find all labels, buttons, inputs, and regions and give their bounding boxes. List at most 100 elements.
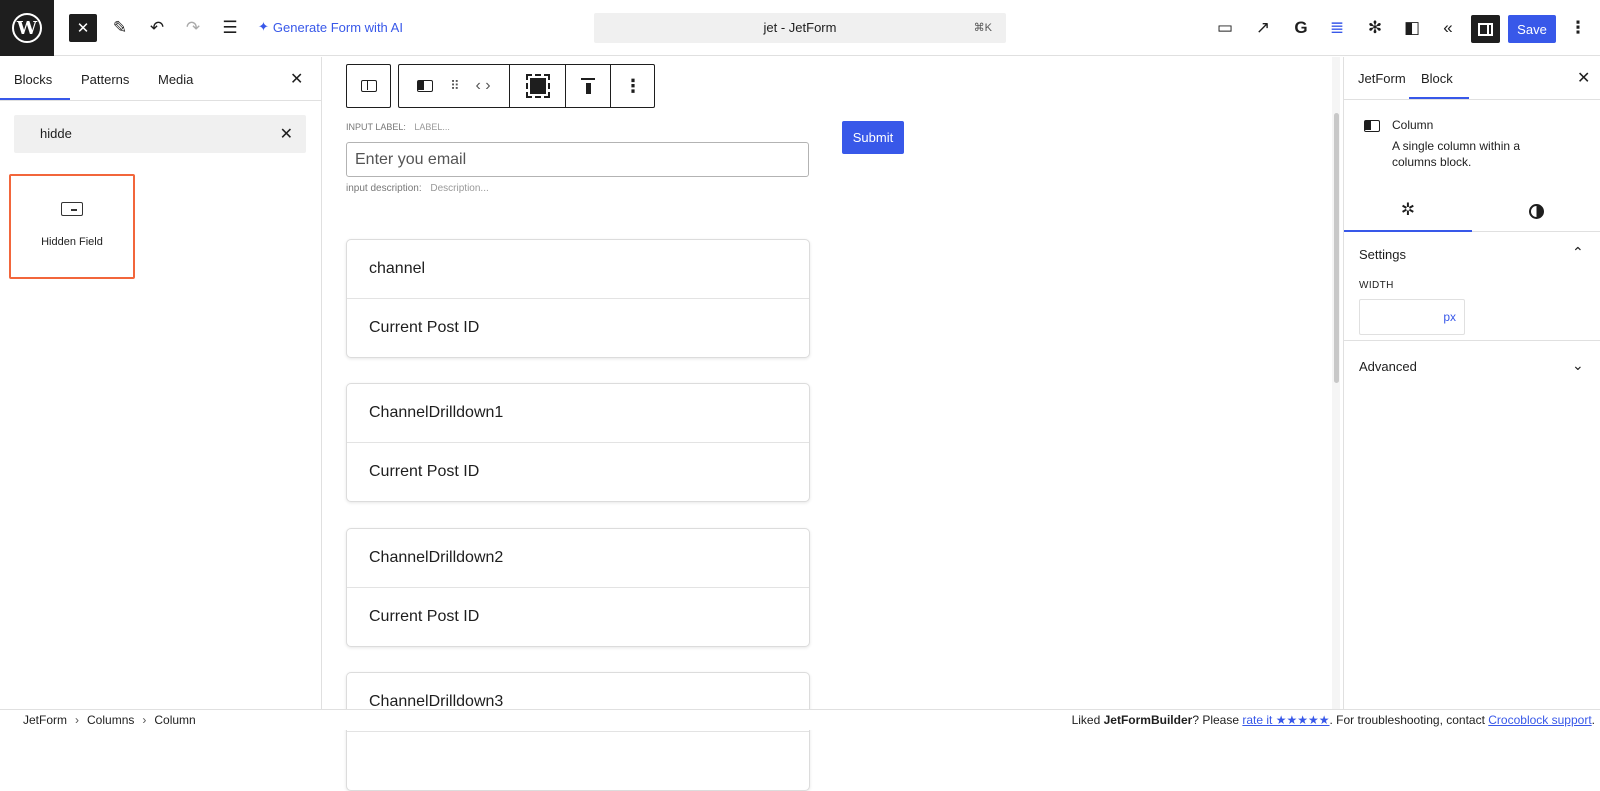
inspector-tabs: ✲ <box>1344 190 1600 232</box>
block-card-description: A single column within a columns block. <box>1392 139 1521 169</box>
tab-blocks[interactable]: Blocks <box>0 72 71 100</box>
column-icon[interactable] <box>417 80 434 92</box>
tab-styles[interactable] <box>1472 190 1600 232</box>
note-end: . <box>1591 713 1595 727</box>
command-palette-bar[interactable]: jet - JetForm ⌘K <box>594 13 1006 43</box>
close-icon: ✕ <box>76 20 90 37</box>
breadcrumb-jetform[interactable]: JetForm <box>23 713 67 727</box>
view-form-button[interactable]: ↗ <box>1249 14 1277 42</box>
collapse-plugins-button[interactable]: « <box>1434 14 1462 42</box>
document-title: jet - JetForm <box>763 20 837 35</box>
close-settings-icon[interactable]: ✕ <box>1577 68 1590 88</box>
field-value: Current Post ID <box>369 319 480 336</box>
preview-button[interactable]: ▭ <box>1211 14 1239 42</box>
tab-patterns[interactable]: Patterns <box>81 72 129 87</box>
field-value-row: Current Post ID <box>347 299 809 358</box>
canvas-scrollbar-thumb[interactable] <box>1334 113 1339 383</box>
settings-panel-section: Settings ⌃ WIDTH px <box>1344 232 1600 341</box>
email-field[interactable]: Enter you email <box>346 142 809 177</box>
drag-handle-icon[interactable]: ⠿ <box>450 78 459 94</box>
advanced-panel-section[interactable]: Advanced ⌄ <box>1344 342 1600 390</box>
vertical-align-button[interactable] <box>566 65 611 107</box>
gear-icon: ✲ <box>1400 200 1416 219</box>
pencil-icon: ✎ <box>112 18 128 37</box>
rate-link[interactable]: rate it ★★★★★ <box>1242 713 1329 727</box>
select-block-button[interactable] <box>510 65 566 107</box>
block-search-input[interactable]: hidde ✕ <box>14 115 306 153</box>
close-inserter-icon[interactable]: ✕ <box>290 69 303 89</box>
support-link[interactable]: Crocoblock support <box>1488 713 1591 727</box>
styles-icon <box>1528 203 1544 219</box>
width-unit-select[interactable]: px <box>1443 310 1456 324</box>
block-card: Column A single column within a columns … <box>1344 101 1600 181</box>
note-suffix: . For troubleshooting, contact <box>1329 713 1489 727</box>
external-link-icon: ↗ <box>1255 18 1271 37</box>
generate-form-ai-label: Generate Form with AI <box>272 19 403 35</box>
move-arrows-icon[interactable]: ‹ › <box>475 77 490 95</box>
field-value: Current Post ID <box>369 463 480 480</box>
tools-button[interactable]: ✎ <box>106 14 134 42</box>
document-overview-button[interactable]: ☰ <box>216 14 244 42</box>
input-label-row: INPUT LABEL: LABEL... <box>346 122 450 132</box>
hidden-field-card[interactable]: ChannelDrilldown2 Current Post ID <box>346 528 810 647</box>
wordpress-icon: W <box>12 13 42 43</box>
input-description-row: input description: Description... <box>346 183 489 194</box>
breadcrumb-columns[interactable]: Columns <box>87 713 134 727</box>
width-field[interactable]: px <box>1359 299 1465 335</box>
generate-form-ai-button[interactable]: ✦ Generate Form with AI <box>258 19 403 35</box>
hidden-field-label: Hidden Field <box>41 236 103 248</box>
settings-sidebar-toggle[interactable] <box>1471 15 1500 43</box>
chevron-up-icon[interactable]: ⌃ <box>1572 244 1584 261</box>
more-vertical-icon: ⋮ <box>624 76 642 96</box>
submit-button[interactable]: Submit <box>842 121 904 154</box>
select-frame-icon <box>525 74 550 98</box>
tab-jetform[interactable]: JetForm <box>1358 71 1406 86</box>
close-inserter-button[interactable]: ✕ <box>69 14 97 42</box>
breadcrumb-column[interactable]: Column <box>154 713 195 727</box>
sidebar-icon <box>1478 22 1493 36</box>
chevron-right-icon: › <box>142 713 147 727</box>
hidden-field-card[interactable]: ChannelDrilldown3 <box>346 672 810 791</box>
settings-tabs: JetForm Block ✕ <box>1344 57 1600 100</box>
block-card-title: Column <box>1392 118 1434 132</box>
block-search-value: hidde <box>40 126 72 141</box>
input-label-field[interactable]: LABEL... <box>414 122 450 132</box>
magic-wand-icon: ✦ <box>258 19 269 34</box>
hidden-field-icon <box>61 202 83 216</box>
field-value-row: Current Post ID <box>347 588 809 647</box>
field-name: ChannelDrilldown1 <box>369 404 504 421</box>
settings-heading[interactable]: Settings <box>1359 247 1406 262</box>
hubspot-plugin-button[interactable]: ✻ <box>1361 14 1389 42</box>
hidden-field-card[interactable]: channel Current Post ID <box>346 239 810 358</box>
block-inserter-panel: Blocks Patterns Media ✕ hidde ✕ Hidden F… <box>0 57 322 709</box>
hidden-field-card[interactable]: ChannelDrilldown1 Current Post ID <box>346 383 810 502</box>
database-plugin-button[interactable]: ≣ <box>1323 14 1351 42</box>
list-view-icon: ☰ <box>222 18 238 37</box>
columns-icon <box>360 80 377 92</box>
wordpress-logo-button[interactable]: W <box>0 0 54 56</box>
advanced-heading: Advanced <box>1359 359 1417 374</box>
options-button[interactable]: ⋮ <box>1564 14 1592 42</box>
inserter-tabs: Blocks Patterns Media ✕ <box>0 57 321 101</box>
save-button[interactable]: Save <box>1508 15 1556 43</box>
chevron-down-icon: ⌄ <box>1572 357 1584 373</box>
tab-block[interactable]: Block <box>1409 71 1469 99</box>
tab-media[interactable]: Media <box>158 72 193 87</box>
redo-button[interactable]: ↷ <box>179 14 207 42</box>
field-name-row: ChannelDrilldown2 <box>347 529 809 588</box>
block-options-button[interactable]: ⋮ <box>611 65 655 107</box>
input-description-field[interactable]: Description... <box>430 183 488 194</box>
field-value-row: Current Post ID <box>347 443 809 502</box>
tab-settings[interactable]: ✲ <box>1344 190 1472 232</box>
undo-button[interactable]: ↶ <box>143 14 171 42</box>
select-parent-button[interactable] <box>346 64 391 108</box>
gutenberg-plugin-button[interactable]: G <box>1287 14 1315 42</box>
field-value: Current Post ID <box>369 608 480 625</box>
width-label: WIDTH <box>1359 280 1394 291</box>
chevrons-left-icon: « <box>1443 18 1453 37</box>
block-type-group: ⠿ ‹ › <box>399 65 510 107</box>
hidden-field-block-item[interactable]: Hidden Field <box>9 174 135 279</box>
jetform-icon: ◧ <box>1403 18 1421 37</box>
jetform-plugin-button[interactable]: ◧ <box>1398 14 1426 42</box>
clear-search-icon[interactable]: ✕ <box>280 124 293 144</box>
